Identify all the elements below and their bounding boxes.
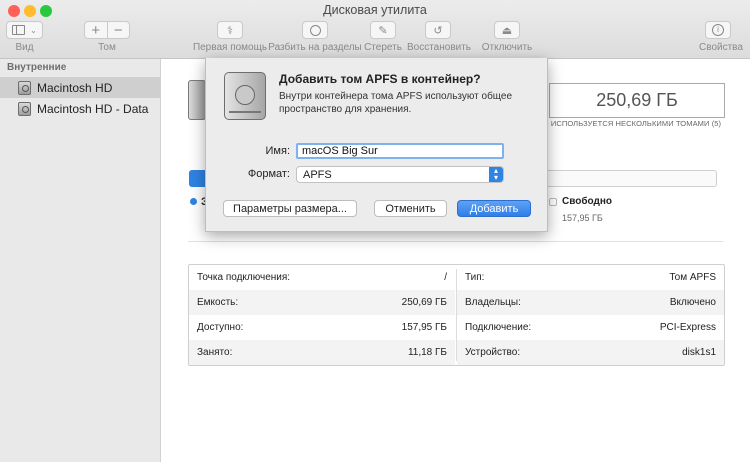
volume-disk-icon — [188, 80, 206, 120]
unmount-button[interactable]: ⏏ — [494, 21, 520, 39]
restore-label: Восстановить — [406, 42, 472, 53]
unmount-icon: ⏏ — [501, 24, 513, 37]
sidebar-section-internal: Внутренние — [7, 62, 67, 73]
chevron-down-icon: ⌄ — [30, 25, 37, 35]
disk-icon — [18, 101, 31, 116]
sidebar-icon — [12, 25, 26, 35]
add-button[interactable]: Добавить — [457, 200, 531, 217]
first-aid-label: Первая помощь — [192, 42, 268, 53]
restore-icon: ↺ — [433, 24, 443, 37]
window-title: Дисковая утилита — [323, 3, 427, 17]
hard-drive-icon — [224, 72, 266, 120]
unmount-label: Отключить — [481, 42, 533, 53]
info-row: Емкость: 250,69 ГБ — [189, 290, 455, 315]
partition-button[interactable] — [302, 21, 328, 39]
info-row: Подключение: PCI-Express — [465, 322, 716, 333]
first-aid-button[interactable]: ⚕ — [217, 21, 243, 39]
cancel-button[interactable]: Отменить — [374, 200, 447, 217]
partition-label: Разбить на разделы — [268, 42, 362, 53]
dialog-title: Добавить том APFS в контейнер? — [279, 72, 481, 86]
capacity-caption: ИСПОЛЬЗУЕТСЯ НЕСКОЛЬКИМИ ТОМАМИ (5) — [550, 119, 722, 128]
view-button[interactable]: ⌄ — [6, 21, 43, 39]
sidebar-item-label: Macintosh HD — [37, 80, 113, 95]
info-table: Точка подключения: / Емкость: 250,69 ГБ До… — [188, 264, 725, 366]
toolbar: Дисковая утилита ⌄ Вид + − Том ⚕ Первая … — [0, 0, 750, 59]
erase-button[interactable]: ✎ — [370, 21, 396, 39]
sidebar-item-macintosh-hd[interactable]: Macintosh HD — [0, 77, 160, 98]
info-button[interactable]: i — [705, 21, 731, 39]
format-select[interactable]: APFS ▴ ▾ — [296, 166, 504, 183]
size-options-button[interactable]: Параметры размера... — [223, 200, 357, 217]
volume-label: Том — [98, 42, 116, 53]
add-volume-dialog: Добавить том APFS в контейнер? Внутри ко… — [205, 58, 548, 232]
info-row: Доступно: 157,95 ГБ — [197, 322, 447, 333]
erase-icon: ✎ — [378, 24, 388, 37]
capacity-value: 250,69 ГБ — [549, 83, 725, 118]
remove-volume-icon[interactable]: − — [108, 22, 130, 39]
erase-label: Стереть — [364, 42, 402, 53]
format-label: Формат: — [247, 168, 290, 180]
free-legend-label: Свободно — [562, 196, 612, 207]
info-row: Владельцы: Включено — [457, 290, 724, 315]
info-row: Точка подключения: / — [197, 272, 447, 283]
name-label: Имя: — [265, 145, 290, 157]
section-divider — [188, 241, 723, 242]
info-row: Занято: 11,18 ГБ — [189, 340, 455, 365]
volume-button-group: + − — [84, 21, 130, 39]
free-legend-box — [549, 198, 557, 206]
disk-icon — [18, 80, 31, 95]
free-legend-value: 157,95 ГБ — [562, 213, 603, 223]
add-volume-icon[interactable]: + — [85, 21, 108, 39]
view-label: Вид — [15, 42, 34, 53]
info-row: Тип: Том APFS — [465, 272, 716, 283]
sidebar-item-label: Macintosh HD - Data — [37, 101, 149, 116]
select-arrows-icon: ▴ ▾ — [489, 167, 503, 182]
used-legend-dot — [190, 198, 197, 205]
info-row: Устройство: disk1s1 — [457, 340, 724, 365]
pie-icon — [309, 24, 321, 36]
sidebar-item-macintosh-hd-data[interactable]: Macintosh HD - Data — [0, 98, 160, 119]
name-input[interactable] — [296, 143, 504, 159]
info-label: Свойства — [699, 42, 743, 53]
format-value: APFS — [303, 168, 332, 181]
sidebar: Внутренние Macintosh HD Macintosh HD - D… — [0, 59, 161, 462]
dialog-description: Внутри контейнера тома APFS используют о… — [279, 91, 513, 115]
restore-button[interactable]: ↺ — [425, 21, 451, 39]
info-icon: i — [712, 24, 724, 36]
stethoscope-icon: ⚕ — [227, 24, 233, 37]
